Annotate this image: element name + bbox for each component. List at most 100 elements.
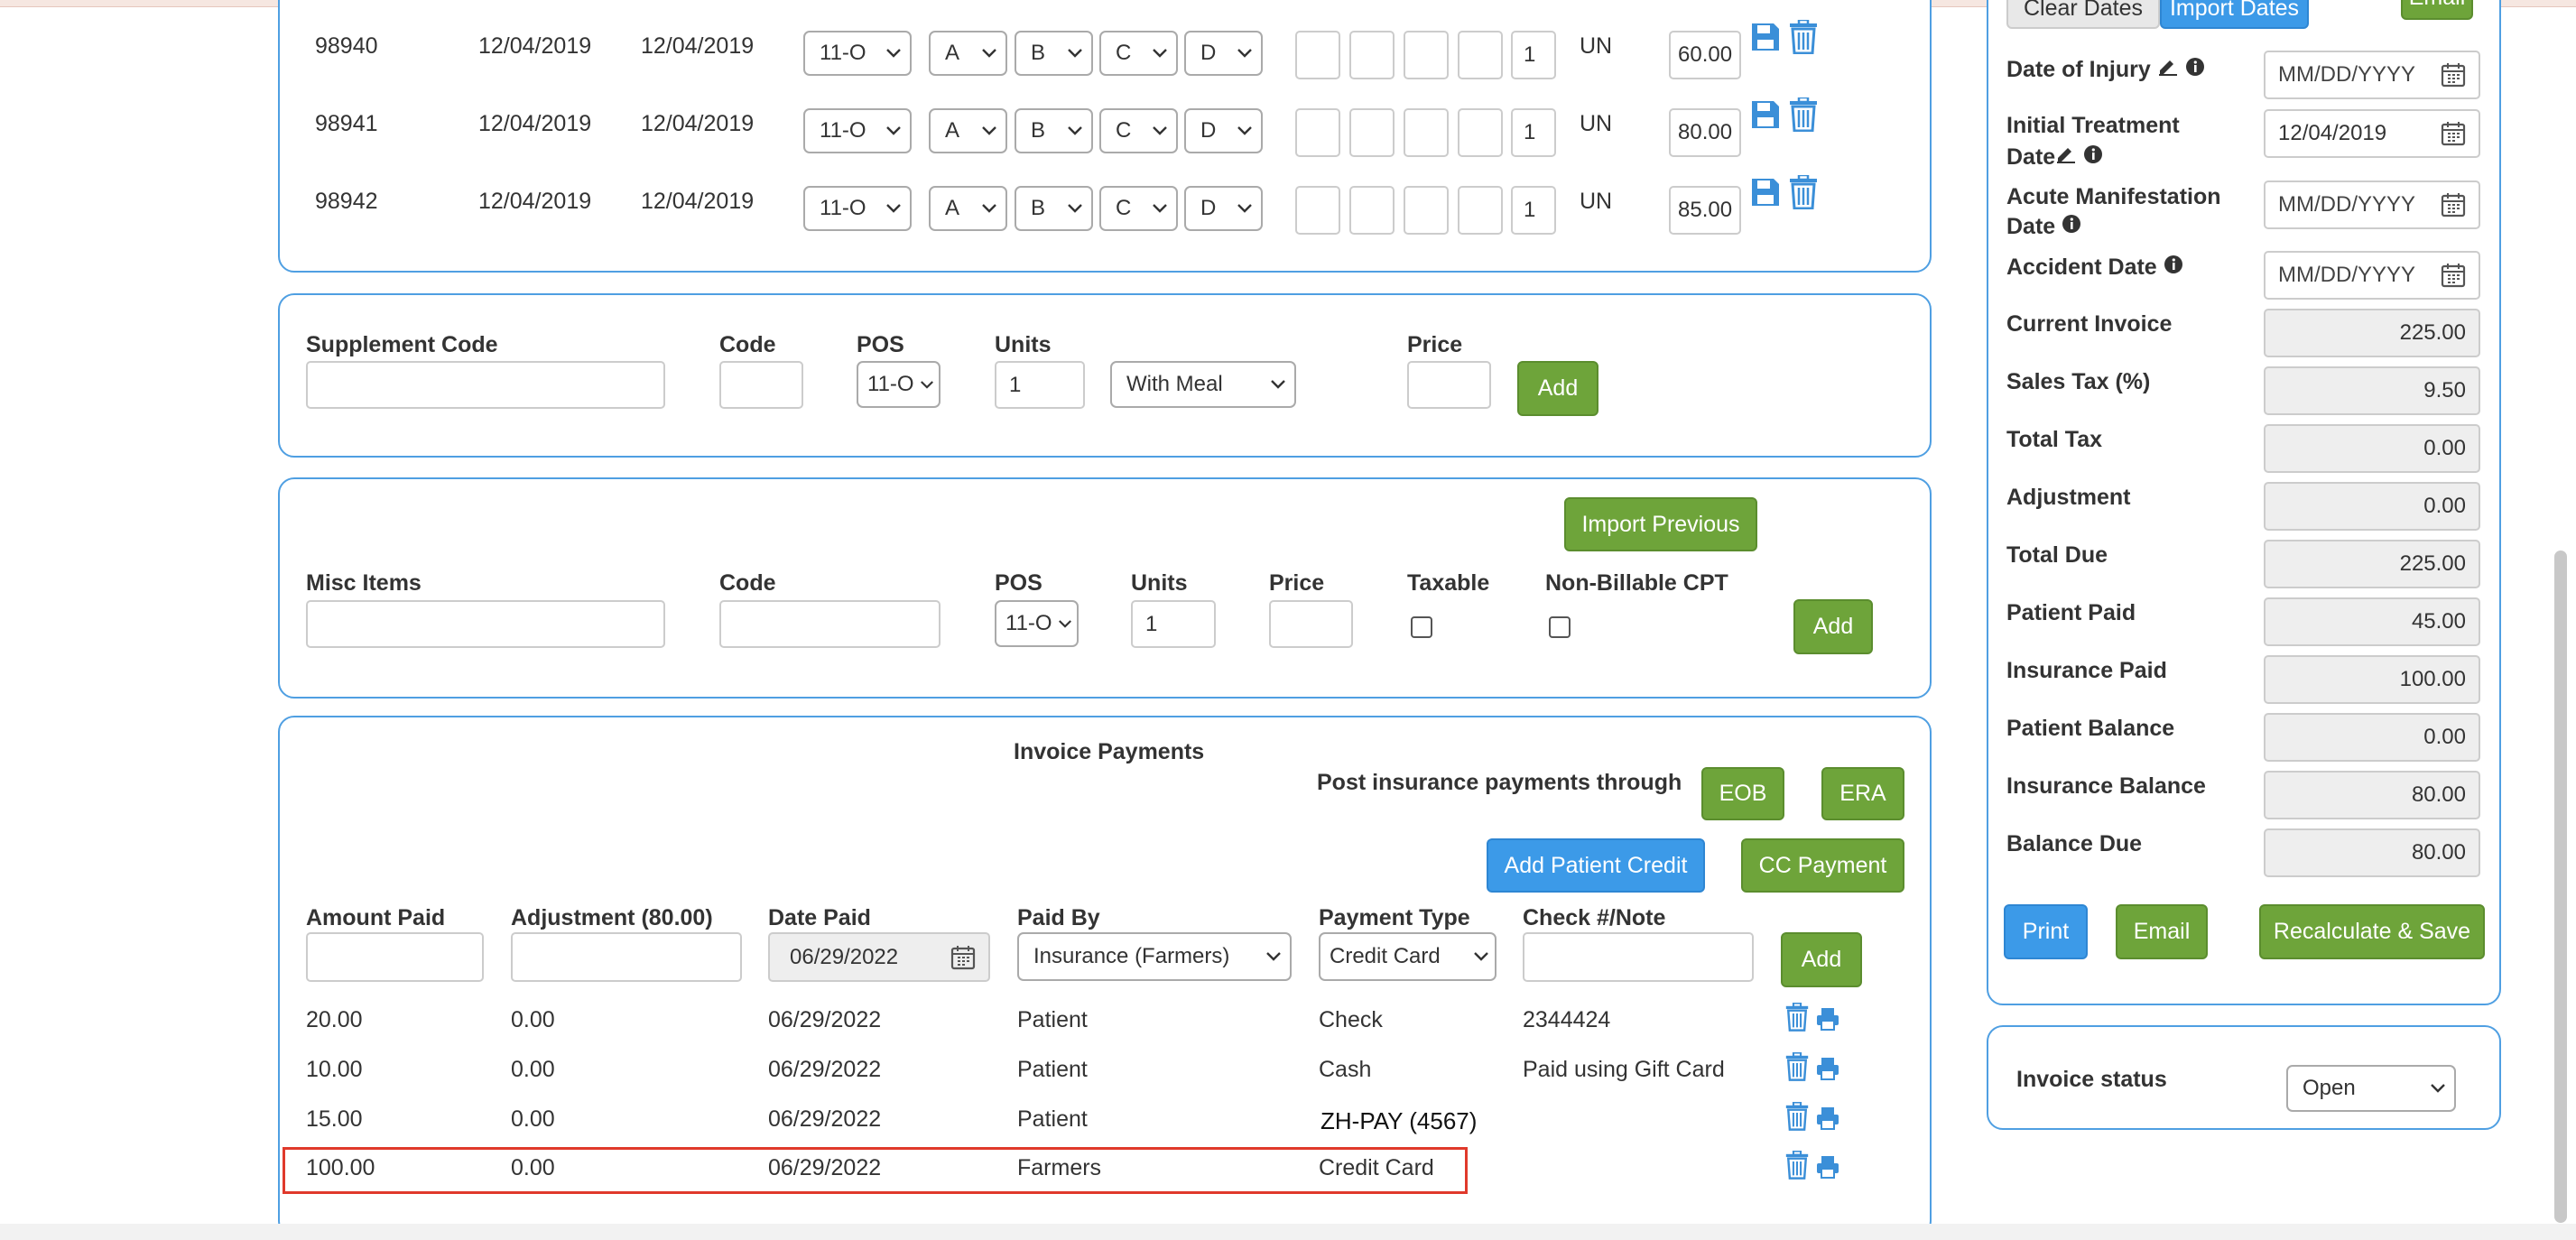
modifier-2[interactable] xyxy=(1349,186,1395,235)
pointer-value: C xyxy=(1116,41,1132,65)
cc-payment-button[interactable]: CC Payment xyxy=(1741,838,1904,893)
invoice-status-select[interactable]: Open xyxy=(2286,1065,2456,1112)
chevron-down-icon xyxy=(1228,32,1261,74)
misc-price-input[interactable] xyxy=(1269,600,1353,648)
supplement-add-button[interactable]: Add xyxy=(1517,361,1598,416)
modifier-3[interactable] xyxy=(1404,31,1449,79)
cpt-code: 98940 xyxy=(315,33,378,59)
modifier-3[interactable] xyxy=(1404,108,1449,157)
calendar-icon[interactable] xyxy=(950,945,976,970)
price-input[interactable]: 80.00 xyxy=(1669,108,1741,157)
eob-button[interactable]: EOB xyxy=(1701,767,1784,820)
supplement-units-input[interactable]: 1 xyxy=(995,361,1085,409)
check-note-input[interactable] xyxy=(1523,932,1754,982)
initial-treatment-input[interactable]: 12/04/2019 xyxy=(2264,109,2480,158)
diagnosis-pointer-4[interactable]: D xyxy=(1184,186,1263,231)
save-icon[interactable] xyxy=(1750,99,1781,136)
pos-select[interactable]: 11-O xyxy=(803,186,912,231)
diagnosis-pointer-4[interactable]: D xyxy=(1184,108,1263,153)
diagnosis-pointer-2[interactable]: B xyxy=(1015,186,1093,231)
save-icon[interactable] xyxy=(1750,22,1781,59)
units-input[interactable]: 1 xyxy=(1511,31,1556,79)
calendar-icon[interactable] xyxy=(2441,192,2466,217)
payment-add-button[interactable]: Add xyxy=(1781,932,1862,987)
print-icon[interactable] xyxy=(1816,1007,1839,1037)
print-icon[interactable] xyxy=(1816,1057,1839,1087)
price-input[interactable]: 60.00 xyxy=(1669,31,1741,79)
pos-select[interactable]: 11-O xyxy=(803,31,912,76)
taxable-label: Taxable xyxy=(1407,570,1490,596)
clear-dates-button[interactable]: Clear Dates xyxy=(2006,0,2160,29)
paid-by-select[interactable]: Insurance (Farmers) xyxy=(1017,932,1292,981)
trash-icon[interactable] xyxy=(1785,1150,1809,1186)
diagnosis-pointer-1[interactable]: A xyxy=(929,108,1007,153)
recalculate-save-button[interactable]: Recalculate & Save xyxy=(2259,904,2485,959)
diagnosis-pointer-1[interactable]: A xyxy=(929,31,1007,76)
note-cell: Paid using Gift Card xyxy=(1523,1057,1725,1082)
modifier-2[interactable] xyxy=(1349,108,1395,157)
pos-select[interactable]: 11-O xyxy=(803,108,912,153)
supplement-price-input[interactable] xyxy=(1407,361,1491,409)
calendar-icon[interactable] xyxy=(2441,62,2466,88)
meal-select[interactable]: With Meal xyxy=(1110,361,1296,408)
modifier-2[interactable] xyxy=(1349,31,1395,79)
modifier-4[interactable] xyxy=(1458,31,1503,79)
date-paid-input[interactable]: 06/29/2022 xyxy=(768,932,990,982)
add-patient-credit-button[interactable]: Add Patient Credit xyxy=(1487,838,1705,893)
trash-icon[interactable] xyxy=(1785,1002,1809,1038)
diagnosis-pointer-2[interactable]: B xyxy=(1015,31,1093,76)
import-previous-button[interactable]: Import Previous xyxy=(1564,497,1757,551)
adjustment-label: Adjustment xyxy=(2006,485,2131,510)
units-input[interactable]: 1 xyxy=(1511,108,1556,157)
calendar-icon[interactable] xyxy=(2441,121,2466,146)
accident-date-input[interactable]: MM/DD/YYYY xyxy=(2264,251,2480,300)
print-button[interactable]: Print xyxy=(2004,904,2088,959)
price-input[interactable]: 85.00 xyxy=(1669,186,1741,235)
trash-icon[interactable] xyxy=(1789,173,1818,216)
modifier-4[interactable] xyxy=(1458,108,1503,157)
misc-items-input[interactable] xyxy=(306,600,665,648)
adjustment-input[interactable] xyxy=(511,932,742,982)
units-input[interactable]: 1 xyxy=(1511,186,1556,235)
misc-code-input[interactable] xyxy=(719,600,941,648)
scrollbar[interactable] xyxy=(2554,551,2567,1223)
amount-paid-input[interactable] xyxy=(306,932,484,982)
misc-pos-select[interactable]: 11-O xyxy=(995,600,1079,647)
payment-type-select[interactable]: Credit Card xyxy=(1319,932,1496,981)
trash-icon[interactable] xyxy=(1789,18,1818,60)
diagnosis-pointer-3[interactable]: C xyxy=(1099,31,1178,76)
diagnosis-pointer-4[interactable]: D xyxy=(1184,31,1263,76)
trash-icon[interactable] xyxy=(1785,1051,1809,1087)
supplement-code-field[interactable] xyxy=(719,361,803,409)
diagnosis-pointer-1[interactable]: A xyxy=(929,186,1007,231)
save-icon[interactable] xyxy=(1750,177,1781,214)
trash-icon[interactable] xyxy=(1785,1101,1809,1137)
non-billable-checkbox[interactable] xyxy=(1549,616,1571,638)
diagnosis-pointer-2[interactable]: B xyxy=(1015,108,1093,153)
date-of-injury-input[interactable]: MM/DD/YYYY xyxy=(2264,51,2480,99)
supplement-code-input[interactable] xyxy=(306,361,665,409)
calendar-icon[interactable] xyxy=(2441,263,2466,288)
email-top-button[interactable]: Email xyxy=(2401,0,2473,20)
import-dates-button[interactable]: Import Dates xyxy=(2160,0,2309,29)
modifier-4[interactable] xyxy=(1458,186,1503,235)
modifier-3[interactable] xyxy=(1404,186,1449,235)
modifier-1[interactable] xyxy=(1295,186,1340,235)
era-button[interactable]: ERA xyxy=(1821,767,1904,820)
email-button[interactable]: Email xyxy=(2116,904,2208,959)
misc-add-button[interactable]: Add xyxy=(1793,599,1873,654)
modifier-1[interactable] xyxy=(1295,31,1340,79)
pos-value: 11-O xyxy=(820,196,866,220)
misc-units-input[interactable]: 1 xyxy=(1131,600,1216,648)
print-icon[interactable] xyxy=(1816,1106,1839,1136)
acute-manifestation-input[interactable]: MM/DD/YYYY xyxy=(2264,180,2480,229)
modifier-1[interactable] xyxy=(1295,108,1340,157)
insurance-balance-label: Insurance Balance xyxy=(2006,773,2206,799)
diagnosis-pointer-3[interactable]: C xyxy=(1099,108,1178,153)
diagnosis-pointer-3[interactable]: C xyxy=(1099,186,1178,231)
pointer-value: C xyxy=(1116,196,1132,220)
taxable-checkbox[interactable] xyxy=(1411,616,1432,638)
print-icon[interactable] xyxy=(1816,1155,1839,1185)
trash-icon[interactable] xyxy=(1789,96,1818,138)
supplement-pos-select[interactable]: 11-O xyxy=(857,361,941,408)
